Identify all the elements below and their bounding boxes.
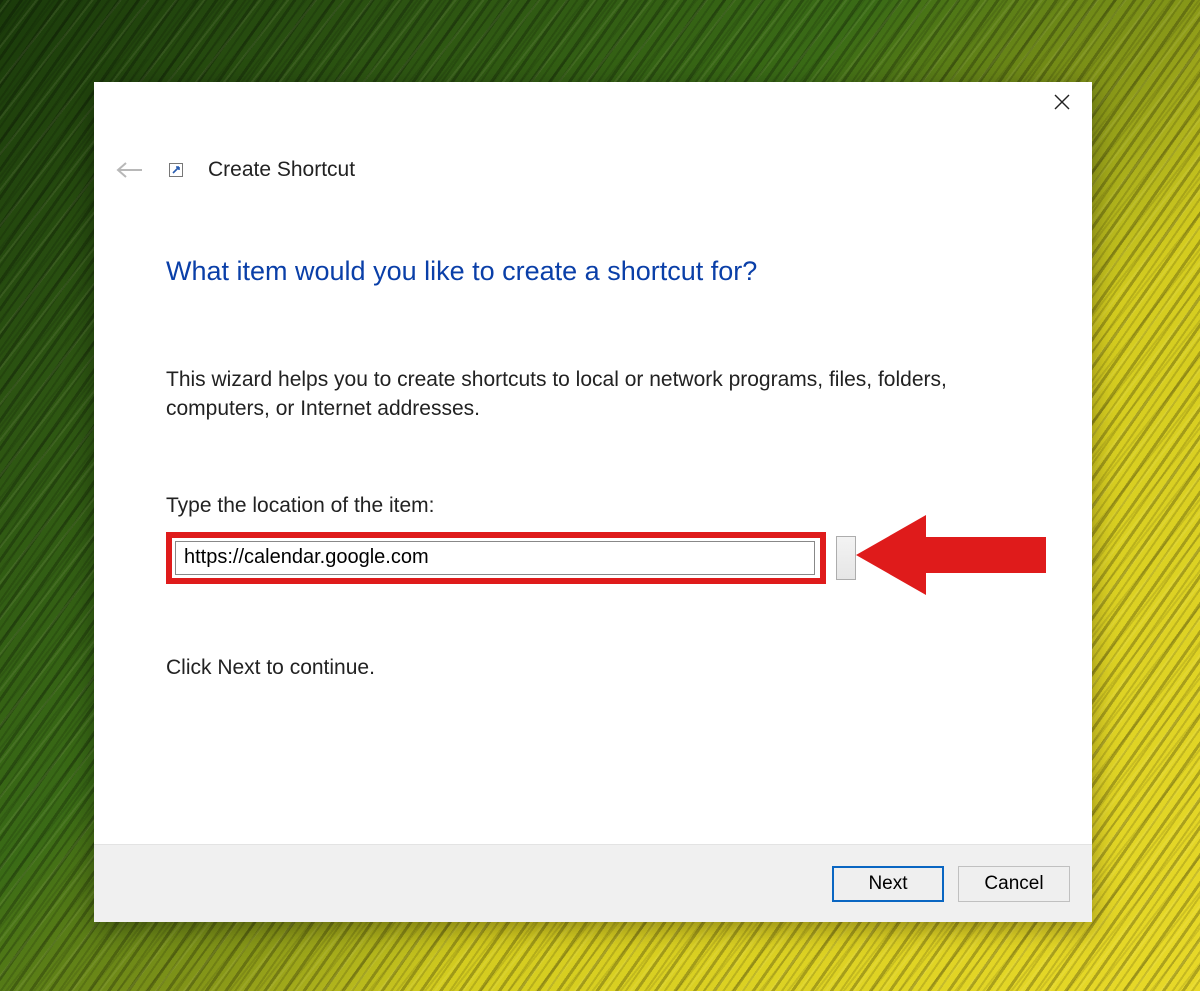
location-input-row	[166, 532, 1020, 584]
next-button[interactable]: Next	[832, 866, 944, 902]
back-arrow-icon	[112, 154, 144, 186]
dialog-titlebar	[94, 82, 1092, 134]
dialog-title: Create Shortcut	[208, 158, 355, 182]
cancel-button[interactable]: Cancel	[958, 866, 1070, 902]
dialog-footer: Next Cancel	[94, 844, 1092, 922]
browse-button[interactable]	[836, 536, 856, 580]
close-button[interactable]	[1032, 82, 1092, 122]
continue-hint: Click Next to continue.	[166, 656, 1020, 680]
dialog-body: What item would you like to create a sho…	[94, 186, 1092, 844]
dialog-header: Create Shortcut	[94, 134, 1092, 186]
create-shortcut-dialog: Create Shortcut What item would you like…	[94, 82, 1092, 922]
annotation-highlight	[166, 532, 826, 584]
close-icon	[1054, 94, 1070, 110]
wizard-description: This wizard helps you to create shortcut…	[166, 365, 1020, 424]
wizard-heading: What item would you like to create a sho…	[166, 256, 1020, 287]
location-input[interactable]	[175, 541, 815, 575]
shortcut-icon	[168, 162, 184, 178]
annotation-arrow-icon	[856, 510, 1056, 600]
